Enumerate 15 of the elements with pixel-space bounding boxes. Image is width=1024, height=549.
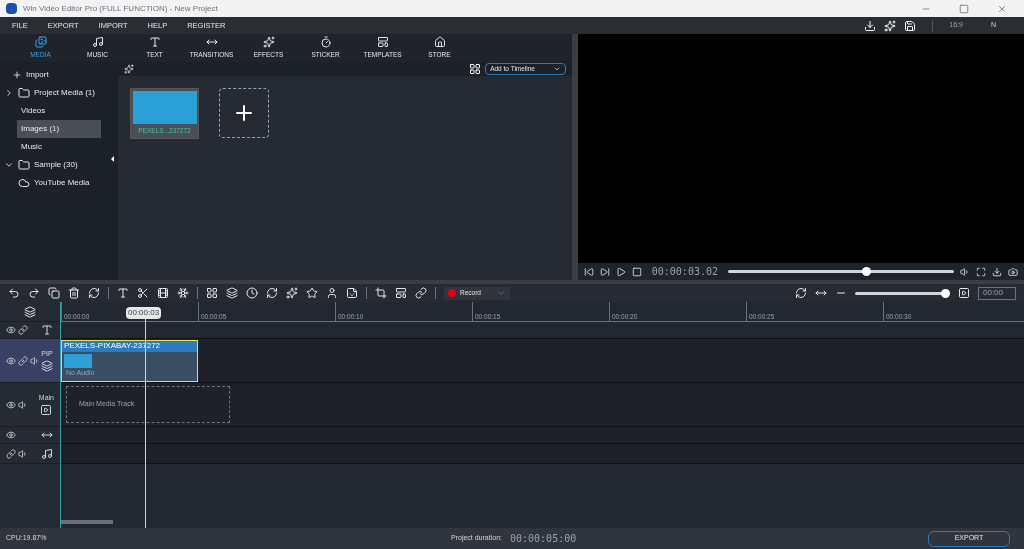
sidebar-item[interactable]: YouTube Media xyxy=(0,174,118,192)
sidebar-subitem[interactable]: Images (1) xyxy=(17,120,101,138)
timecode-text: 00:00:03.02 xyxy=(651,265,718,279)
import-button[interactable]: Import xyxy=(0,66,118,84)
zoom-field[interactable]: 00:00 xyxy=(978,286,1016,300)
sidebar-label: YouTube Media xyxy=(34,177,90,189)
window-title: Win Video Editor Pro (FULL FUNCTION) - New Project xyxy=(23,2,219,15)
sidebar-subitem[interactable]: Videos xyxy=(17,102,101,120)
sidebar-subitem[interactable]: Music xyxy=(17,138,101,156)
sidebar-label: Sample (30) xyxy=(34,159,78,171)
project-duration-value: 00:00:05:00 xyxy=(510,532,577,546)
sidebar-item[interactable]: Project Media (1) xyxy=(0,84,118,102)
playhead-time-label[interactable]: 00:00:03 xyxy=(126,307,162,319)
sidebar-label: Project Media (1) xyxy=(34,87,95,99)
sidebar-item[interactable]: Sample (30) xyxy=(0,156,118,174)
